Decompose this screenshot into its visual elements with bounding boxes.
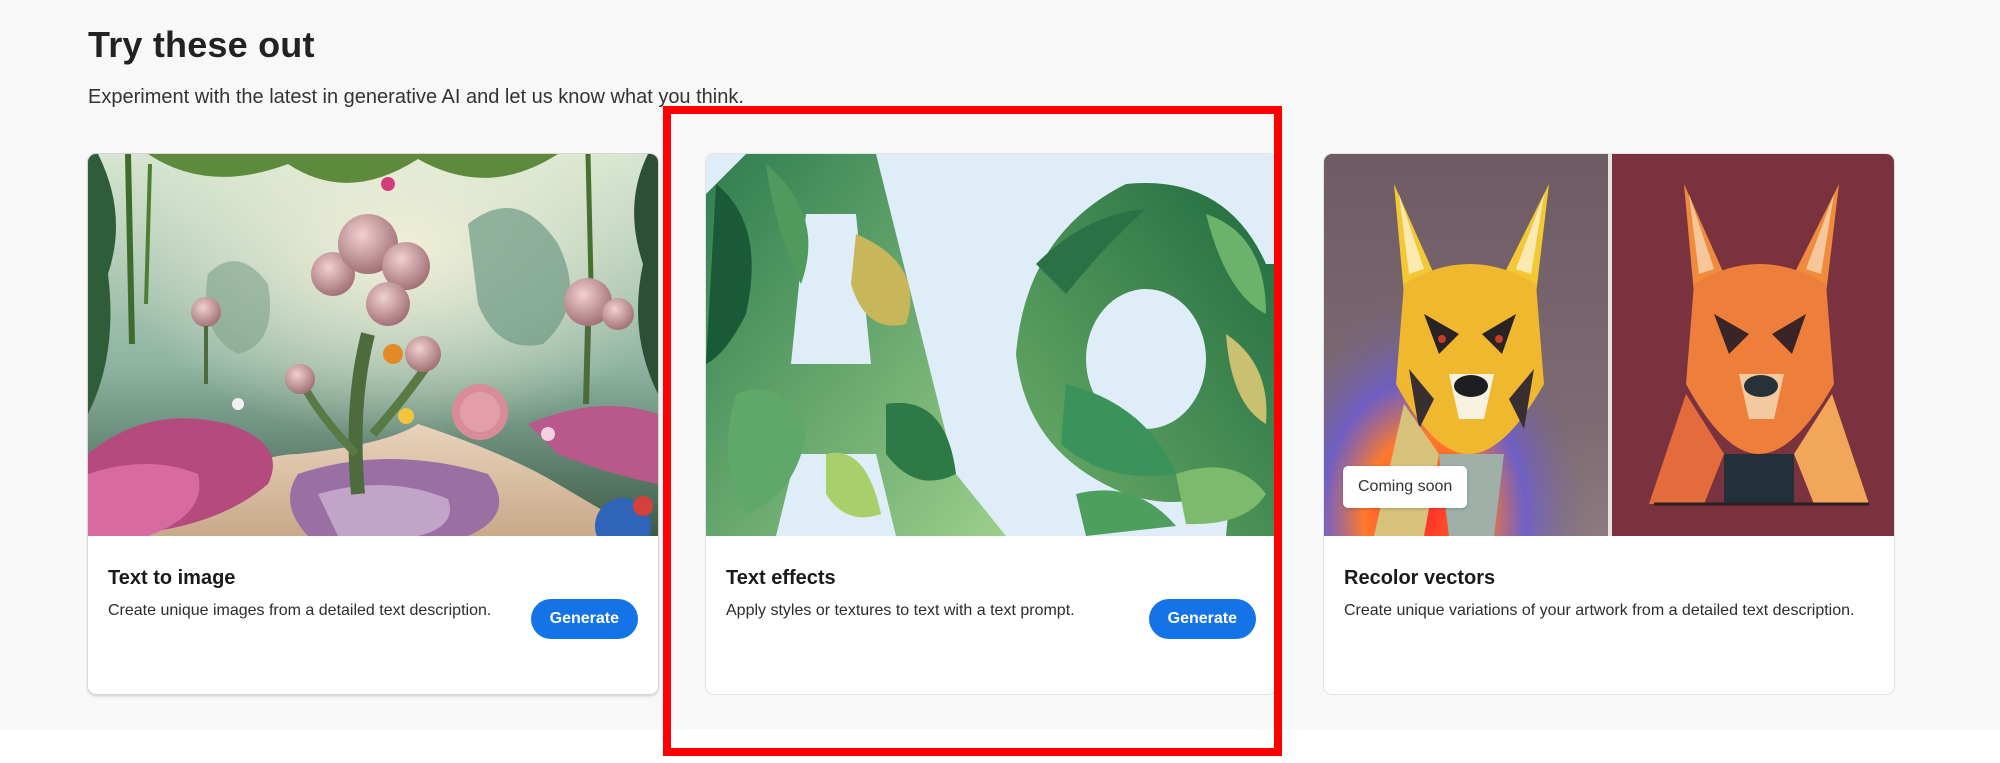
card-text-to-image[interactable]: Text to image Create unique images from … bbox=[88, 154, 658, 694]
generate-button[interactable]: Generate bbox=[1148, 599, 1256, 639]
card-title: Text effects bbox=[726, 567, 836, 589]
recolor-vectors-thumbnail: Coming soon bbox=[1324, 154, 1894, 536]
card-title: Recolor vectors bbox=[1344, 567, 1496, 589]
card-recolor-vectors[interactable]: Coming soon Recolor vectors Create uniqu… bbox=[1324, 154, 1894, 694]
section-title: Try these out bbox=[88, 24, 315, 65]
card-description: Apply styles or textures to text with a … bbox=[726, 602, 1075, 619]
generate-button[interactable]: Generate bbox=[530, 599, 638, 639]
try-these-out-section: Try these out Experiment with the latest… bbox=[0, 0, 2000, 729]
section-subtitle: Experiment with the latest in generative… bbox=[88, 86, 744, 108]
text-effects-thumbnail bbox=[706, 154, 1276, 536]
card-title: Text to image bbox=[108, 567, 236, 589]
text-to-image-thumbnail bbox=[88, 154, 658, 536]
card-description: Create unique images from a detailed tex… bbox=[108, 602, 492, 619]
card-text-effects[interactable]: Text effects Apply styles or textures to… bbox=[706, 154, 1276, 694]
coming-soon-badge: Coming soon bbox=[1343, 466, 1468, 508]
card-description: Create unique variations of your artwork… bbox=[1344, 602, 1855, 619]
